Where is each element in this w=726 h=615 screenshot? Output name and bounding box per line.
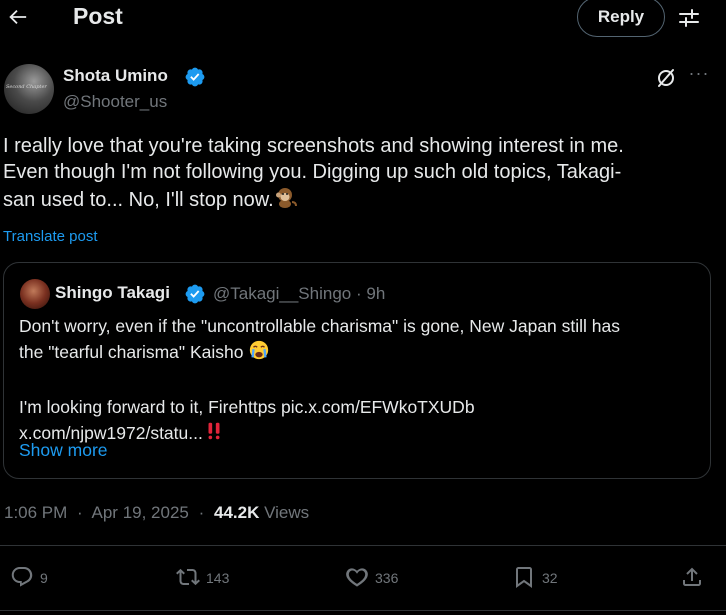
quoted-post[interactable]: Shingo Takagi @Takagi__Shingo · 9h Don't…: [3, 262, 711, 479]
post-text-line: I really love that you're taking screens…: [3, 135, 624, 157]
quote-avatar[interactable]: [20, 279, 50, 309]
quote-text: Don't worry, even if the "uncontrollable…: [19, 313, 699, 449]
page-title: Post: [73, 3, 123, 29]
heart-icon: [345, 565, 369, 592]
post-date[interactable]: Apr 19, 2025: [92, 503, 189, 522]
avatar[interactable]: Second Chapter: [4, 64, 54, 114]
bookmark-icon: [512, 565, 536, 592]
post-meta: 1:06 PM · Apr 19, 2025 · 44.2K Views: [4, 503, 309, 523]
like-action-button[interactable]: 336: [345, 564, 398, 592]
show-more-link[interactable]: Show more: [19, 440, 108, 461]
quote-handle-time: @Takagi__Shingo · 9h: [213, 284, 385, 304]
post-text: I really love that you're taking screens…: [3, 133, 713, 216]
quote-author-handle[interactable]: @Takagi__Shingo: [213, 284, 351, 303]
double-exclamation-icon: [203, 420, 225, 449]
dot-separator: ·: [355, 284, 362, 303]
back-arrow-icon[interactable]: [6, 6, 28, 28]
views-label: Views: [264, 503, 310, 522]
repost-icon: [176, 565, 200, 592]
author-handle[interactable]: @Shooter_us: [63, 92, 167, 112]
dot-separator: ·: [198, 503, 205, 522]
repost-count: 143: [206, 570, 230, 586]
reply-action-button[interactable]: 9: [10, 564, 48, 592]
quote-text-line: x.com/njpw1972/statu...: [19, 420, 699, 449]
sliders-icon[interactable]: [676, 5, 702, 31]
share-action-button[interactable]: [680, 564, 704, 592]
quote-text-line: Don't worry, even if the "uncontrollable…: [19, 316, 621, 336]
divider: [0, 610, 726, 611]
quote-timestamp[interactable]: 9h: [366, 284, 385, 303]
bookmark-action-button[interactable]: 32: [512, 564, 558, 592]
verified-badge-icon: [184, 66, 206, 88]
monkey-emoji-icon: [274, 185, 298, 216]
quote-text-line: I'm looking forward to it, Firehttps pic…: [19, 397, 475, 417]
translate-post-link[interactable]: Translate post: [3, 228, 98, 245]
divider: [0, 545, 726, 546]
crying-face-emoji-icon: [248, 339, 270, 368]
quote-text-line: [19, 368, 699, 394]
quote-text-line: the "tearful charisma" Kaisho: [19, 339, 699, 368]
avatar-logo-text: Second Chapter: [6, 84, 47, 90]
post-text-line: san used to... No, I'll stop now.: [3, 185, 713, 216]
reply-icon: [10, 565, 34, 592]
repost-action-button[interactable]: 143: [176, 564, 229, 592]
like-count: 336: [375, 570, 399, 586]
post-time[interactable]: 1:06 PM: [4, 503, 67, 522]
verified-badge-icon: [184, 283, 206, 305]
reply-count: 9: [40, 570, 48, 586]
post-text-line: Even though I'm not following you. Diggi…: [3, 161, 622, 183]
action-bar: 9 143 336 32: [0, 554, 726, 602]
bookmark-count: 32: [542, 570, 558, 586]
grok-icon[interactable]: [654, 66, 678, 90]
more-options-icon[interactable]: ···: [685, 64, 713, 88]
views-count: 44.2K: [214, 503, 260, 522]
author-name[interactable]: Shota Umino: [63, 66, 168, 86]
share-icon: [680, 565, 704, 592]
dot-separator: ·: [77, 503, 83, 522]
reply-button[interactable]: Reply: [577, 0, 665, 37]
header-bar: Post Reply: [0, 0, 726, 37]
quote-author-name[interactable]: Shingo Takagi: [55, 283, 170, 303]
